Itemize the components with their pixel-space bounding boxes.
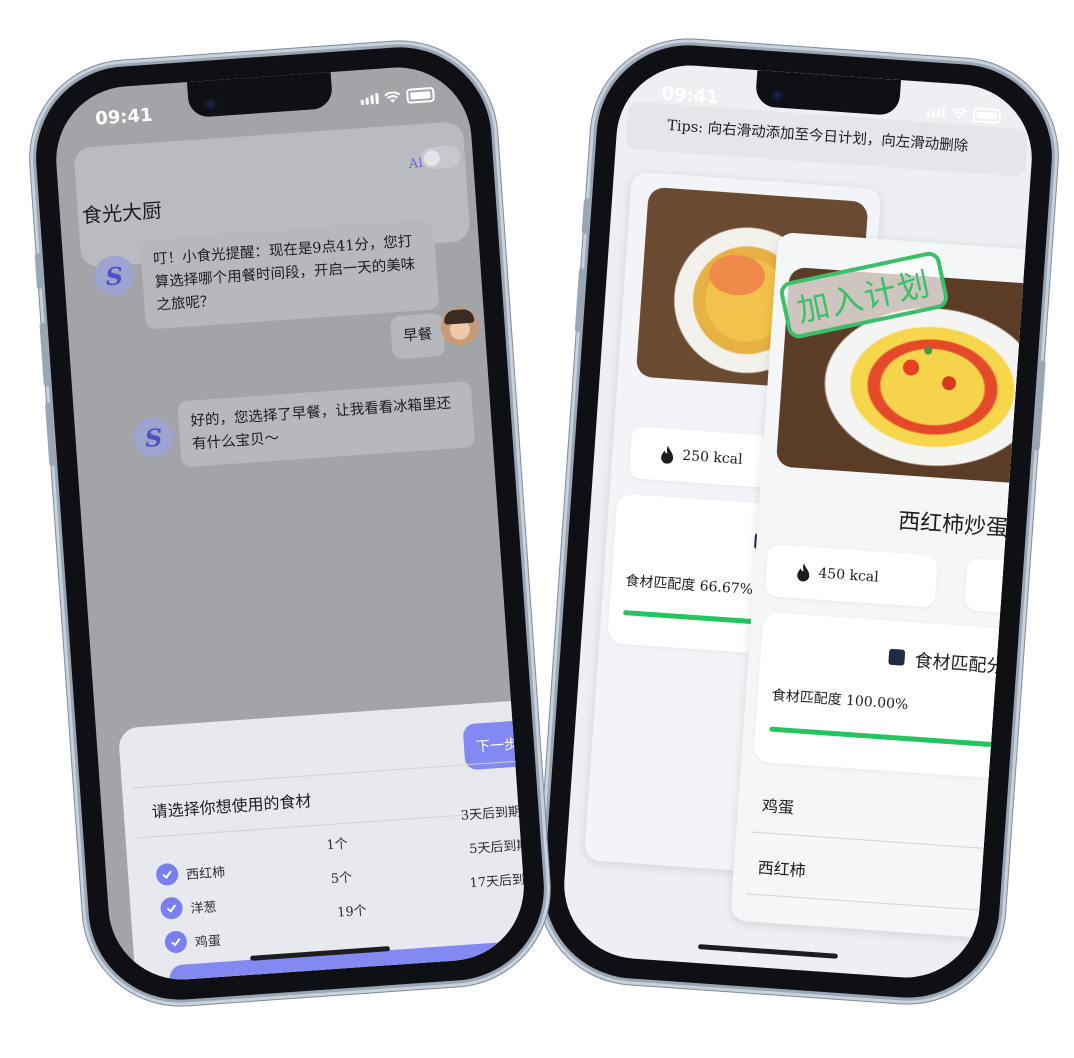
power-button <box>1033 360 1046 451</box>
panel-title: 请选择你想使用的食材 <box>151 791 313 822</box>
status-time: 09:41 <box>94 104 154 130</box>
kcal-pill-front: 450 kcal <box>764 543 938 608</box>
bot-message-2: 好的，您选择了早餐，让我看看冰箱里还有什么宝贝～ <box>177 381 476 468</box>
user-avatar <box>439 306 480 347</box>
flame-icon <box>797 563 810 582</box>
mute-switch <box>581 198 591 235</box>
dynamic-island <box>186 72 334 119</box>
ingredient-panel: 下一步 请选择你想使用的食材 西红柿 1个 3天后到期 洋葱 5个 5天后到期 … <box>117 697 529 985</box>
info-pill-partial <box>964 557 1028 614</box>
ingredient-row: 鸡蛋 <box>761 796 795 818</box>
signal-icon <box>360 92 379 106</box>
kcal-value: 250 kcal <box>681 447 744 468</box>
ingredient-row: 西红柿 <box>757 858 807 881</box>
mute-switch <box>34 252 44 290</box>
user-message: 早餐 <box>389 312 446 360</box>
wifi-icon <box>384 90 401 103</box>
bot-avatar-2: S <box>132 415 176 459</box>
signal-icon <box>926 106 946 119</box>
volume-up-button <box>39 322 50 387</box>
ingredient-qty: 5个 <box>330 870 353 887</box>
match-box-front: 食材匹配分 食材匹配度 100.00% <box>753 611 1037 781</box>
volume-down-button <box>44 402 56 467</box>
ingredient-qty: 19个 <box>336 903 368 921</box>
battery-icon <box>972 107 1002 125</box>
match-bar-fill <box>769 726 1010 749</box>
right-screen: 09:41 Tips: 向右滑动添加至今日计划，向左滑动删除 250 kcal … <box>559 60 1037 983</box>
divider <box>745 893 1018 914</box>
ingredient-name: 西红柿 <box>185 865 226 884</box>
right-phone: 09:41 Tips: 向右滑动添加至今日计划，向左滑动删除 250 kcal … <box>537 39 1059 1004</box>
match-bar-fill <box>623 610 757 625</box>
match-heading: 食材匹配分 <box>913 650 1006 678</box>
divider <box>750 831 1022 852</box>
bot-message-1: 叮！小食光提醒：现在是9点41分，您打算选择哪个用餐时间段，开启一天的美味之旅呢… <box>139 219 440 330</box>
home-indicator[interactable] <box>697 944 838 959</box>
ingredient-expiry: 5天后到期 <box>468 838 529 858</box>
deselect-all-button[interactable]: 取消全选 <box>168 938 529 985</box>
wifi-icon <box>951 107 968 119</box>
bot-logo-icon: S <box>104 260 124 291</box>
status-icons <box>926 104 1002 125</box>
check-icon[interactable] <box>164 930 188 954</box>
match-label: 食材匹配度 66.67% <box>624 573 754 599</box>
check-icon[interactable] <box>155 862 179 887</box>
shrimp-shape <box>707 253 767 298</box>
check-icon[interactable] <box>159 896 184 920</box>
left-phone: 09:41 食光大厨 AI S 叮！小食光提醒：现在是9点41分，您打算选择哪个… <box>29 41 551 1006</box>
recipe-card-front[interactable]: 加入计划 西红柿炒蛋 450 kcal 食材匹配分 食材匹配度 100.00% … <box>730 231 1037 942</box>
match-label: 食材匹配度 100.00% <box>771 687 909 714</box>
dish-title: 西红柿炒蛋 <box>897 509 1009 542</box>
left-screen: 09:41 食光大厨 AI S 叮！小食光提醒：现在是9点41分，您打算选择哪个… <box>51 62 529 985</box>
ai-toggle[interactable] <box>420 145 462 170</box>
ingredient-expiry: 3天后到期 <box>460 804 522 824</box>
ingredient-qty: 1个 <box>326 836 349 854</box>
bot-logo-icon: S <box>143 422 164 453</box>
ingredient-name: 洋葱 <box>190 900 218 917</box>
volume-up-button <box>574 268 586 333</box>
battery-icon <box>405 86 435 104</box>
ingredient-expiry: 17天后到期 <box>469 871 529 892</box>
chart-icon <box>888 648 906 666</box>
flame-icon <box>661 445 674 464</box>
ingredient-name: 鸡蛋 <box>194 933 222 951</box>
app-title: 食光大厨 <box>81 198 163 228</box>
status-icons <box>360 86 435 107</box>
kcal-value: 450 kcal <box>817 565 880 586</box>
